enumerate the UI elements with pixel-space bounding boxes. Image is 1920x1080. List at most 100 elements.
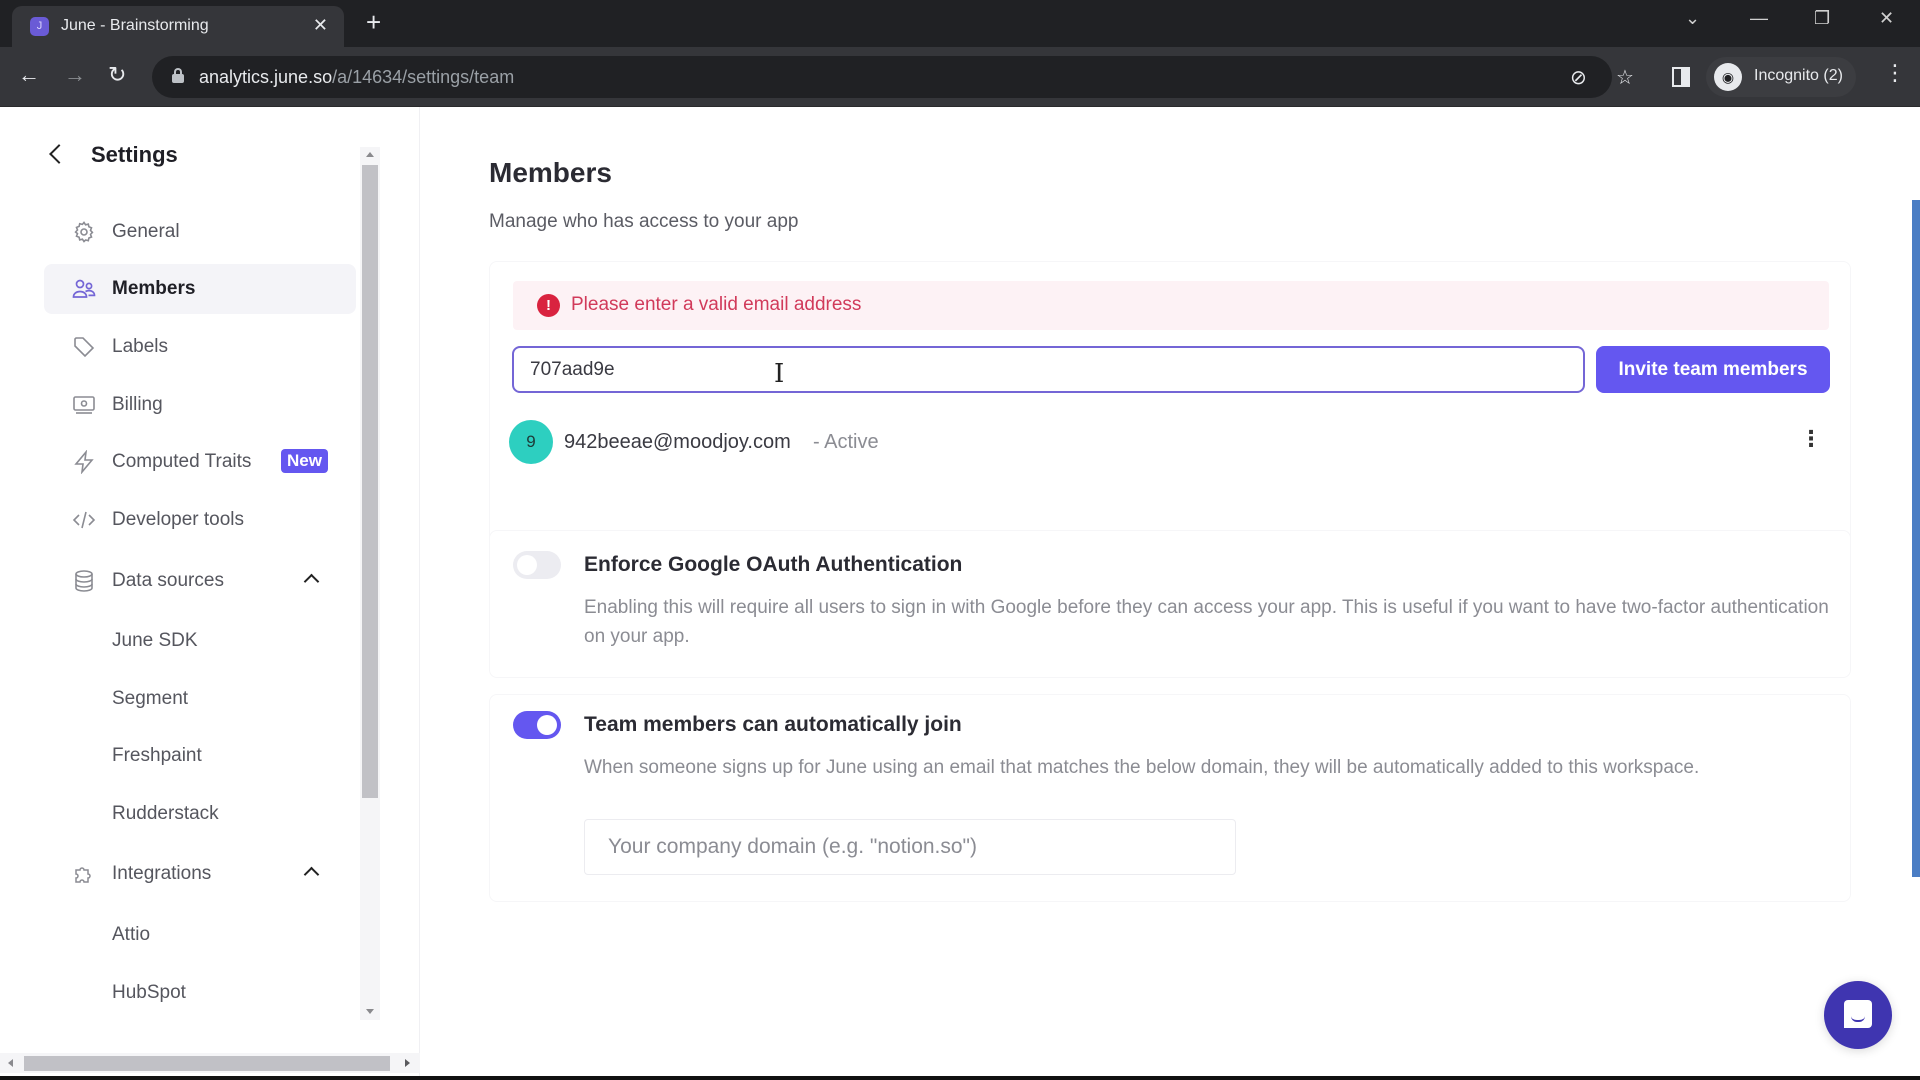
page-subtitle: Manage who has access to your app (489, 211, 799, 232)
sidebar-item-general[interactable]: General (44, 207, 356, 257)
sidebar-item-developer-tools[interactable]: Developer tools (44, 495, 356, 545)
restore-button[interactable]: ❐ (1814, 8, 1830, 29)
chat-support-button[interactable] (1824, 981, 1892, 1049)
sidebar-item-computed-traits[interactable]: Computed Traits New (44, 437, 356, 487)
sidebar-item-data-sources[interactable]: Data sources (44, 556, 356, 606)
url-text[interactable]: analytics.june.so/a/14634/settings/team (199, 67, 514, 88)
sidebar-item-label: Labels (112, 336, 168, 357)
incognito-label: Incognito (2) (1754, 67, 1843, 84)
sidebar-item-label: Integrations (112, 863, 212, 884)
close-tab-icon[interactable]: ✕ (313, 15, 328, 36)
auto-join-description: When someone signs up for June using an … (584, 757, 1700, 778)
avatar: 9 (509, 420, 553, 464)
scroll-right-arrow-icon[interactable] (405, 1059, 410, 1067)
google-oauth-description: Enabling this will require all users to … (584, 597, 1829, 647)
sidebar-item-label: Computed Traits (112, 451, 252, 472)
invite-email-input[interactable] (512, 346, 1585, 393)
google-oauth-card: Enforce Google OAuth Authentication Enab… (489, 530, 1851, 678)
text-cursor-icon: I (774, 359, 785, 389)
database-icon (75, 570, 93, 592)
sidebar-vertical-scrollbar[interactable] (360, 147, 380, 1020)
tab-search-icon[interactable]: ⌄ (1685, 8, 1700, 29)
sidebar-item-label: HubSpot (112, 982, 186, 1003)
error-alert-icon: ! (537, 294, 560, 317)
gear-icon (74, 221, 94, 243)
sidebar-item-segment[interactable]: Segment (44, 674, 356, 724)
settings-title: Settings (91, 142, 178, 167)
users-icon (72, 279, 96, 298)
sidebar-item-label: Rudderstack (112, 803, 219, 824)
url-path: /a/14634/settings/team (332, 67, 515, 87)
puzzle-icon (75, 867, 91, 883)
incognito-profile-button[interactable]: ◉ Incognito (2) (1706, 57, 1856, 97)
sidebar-item-attio[interactable]: Attio (44, 910, 356, 960)
side-panel-icon[interactable] (1672, 67, 1690, 87)
close-window-button[interactable]: ✕ (1879, 8, 1894, 29)
scrollbar-thumb[interactable] (362, 165, 378, 798)
main-content: Members Manage who has access to your ap… (421, 107, 1920, 1076)
sidebar-item-label: Segment (112, 688, 189, 709)
sidebar-item-label: Freshpaint (112, 745, 202, 766)
member-status: - Active (813, 431, 879, 453)
sidebar-item-label: Attio (112, 924, 151, 945)
sidebar-item-label: Developer tools (112, 509, 245, 530)
sidebar-item-label: June SDK (112, 630, 198, 651)
billing-icon (73, 396, 95, 414)
eye-off-icon[interactable]: ⊘ (1570, 65, 1587, 90)
browser-tab-strip: J June - Brainstorming ✕ + ⌄ — ❐ ✕ (0, 0, 1920, 47)
google-oauth-toggle[interactable] (513, 551, 561, 579)
company-domain-input[interactable] (584, 819, 1236, 875)
chevron-up-icon[interactable] (303, 866, 320, 883)
incognito-icon: ◉ (1714, 63, 1742, 91)
sidebar-item-labels[interactable]: Labels (44, 322, 356, 372)
auto-join-card: Team members can automatically join When… (489, 694, 1851, 902)
back-chevron-icon[interactable] (49, 144, 69, 164)
bookmark-star-icon[interactable]: ☆ (1616, 65, 1634, 90)
back-button[interactable]: ← (18, 62, 40, 88)
new-badge: New (281, 449, 328, 473)
forward-button[interactable]: → (64, 62, 86, 88)
error-message: Please enter a valid email address (571, 294, 862, 315)
sidebar-item-freshpaint[interactable]: Freshpaint (44, 731, 356, 781)
settings-sidebar: Settings General Members Labels Billing … (0, 107, 420, 1080)
sidebar-item-integrations[interactable]: Integrations (44, 849, 356, 899)
sidebar-item-label: Members (112, 278, 196, 299)
sidebar-item-billing[interactable]: Billing (44, 380, 356, 430)
reload-button[interactable]: ↻ (108, 62, 126, 88)
invite-team-members-button[interactable]: Invite team members (1596, 346, 1830, 393)
sidebar-horizontal-scrollbar[interactable] (0, 1053, 420, 1073)
member-row: 9 942beeae@moodjoy.com - Active ⋮ (490, 412, 1850, 472)
sidebar-item-label: Data sources (112, 570, 224, 591)
address-bar[interactable]: analytics.june.so/a/14634/settings/team … (152, 56, 1612, 98)
browser-toolbar: ← → ↻ analytics.june.so/a/14634/settings… (0, 47, 1920, 107)
sidebar-item-members[interactable]: Members (44, 264, 356, 314)
sidebar-item-hubspot[interactable]: HubSpot (44, 968, 356, 1018)
auto-join-toggle[interactable] (513, 711, 561, 739)
browser-tab[interactable]: J June - Brainstorming ✕ (12, 6, 344, 47)
scroll-left-arrow-icon[interactable] (8, 1059, 13, 1067)
chevron-up-icon[interactable] (303, 573, 320, 590)
lock-icon[interactable] (172, 68, 184, 83)
tag-icon (74, 337, 95, 358)
bottom-edge (0, 1076, 1920, 1080)
sidebar-item-rudderstack[interactable]: Rudderstack (44, 789, 356, 839)
sidebar-item-label: Billing (112, 394, 163, 415)
google-oauth-title: Enforce Google OAuth Authentication (584, 553, 963, 576)
scrollbar-thumb[interactable] (24, 1056, 390, 1071)
minimize-button[interactable]: — (1750, 8, 1768, 29)
scroll-down-arrow-icon[interactable] (366, 1009, 374, 1014)
code-icon (72, 511, 96, 529)
member-options-icon[interactable]: ⋮ (1800, 426, 1822, 452)
scroll-up-arrow-icon[interactable] (366, 152, 374, 157)
auto-join-title: Team members can automatically join (584, 713, 962, 736)
sidebar-item-label: General (112, 221, 180, 242)
june-favicon-icon: J (30, 17, 49, 36)
new-tab-button[interactable]: + (366, 7, 381, 37)
tab-title: June - Brainstorming (61, 17, 209, 34)
member-email: 942beeae@moodjoy.com (564, 431, 791, 453)
sidebar-item-june-sdk[interactable]: June SDK (44, 616, 356, 666)
chat-icon (1844, 1000, 1872, 1028)
error-banner: ! Please enter a valid email address (513, 281, 1829, 330)
page-vertical-scrollbar[interactable] (1912, 200, 1920, 877)
browser-menu-icon[interactable]: ⋮ (1884, 60, 1906, 86)
